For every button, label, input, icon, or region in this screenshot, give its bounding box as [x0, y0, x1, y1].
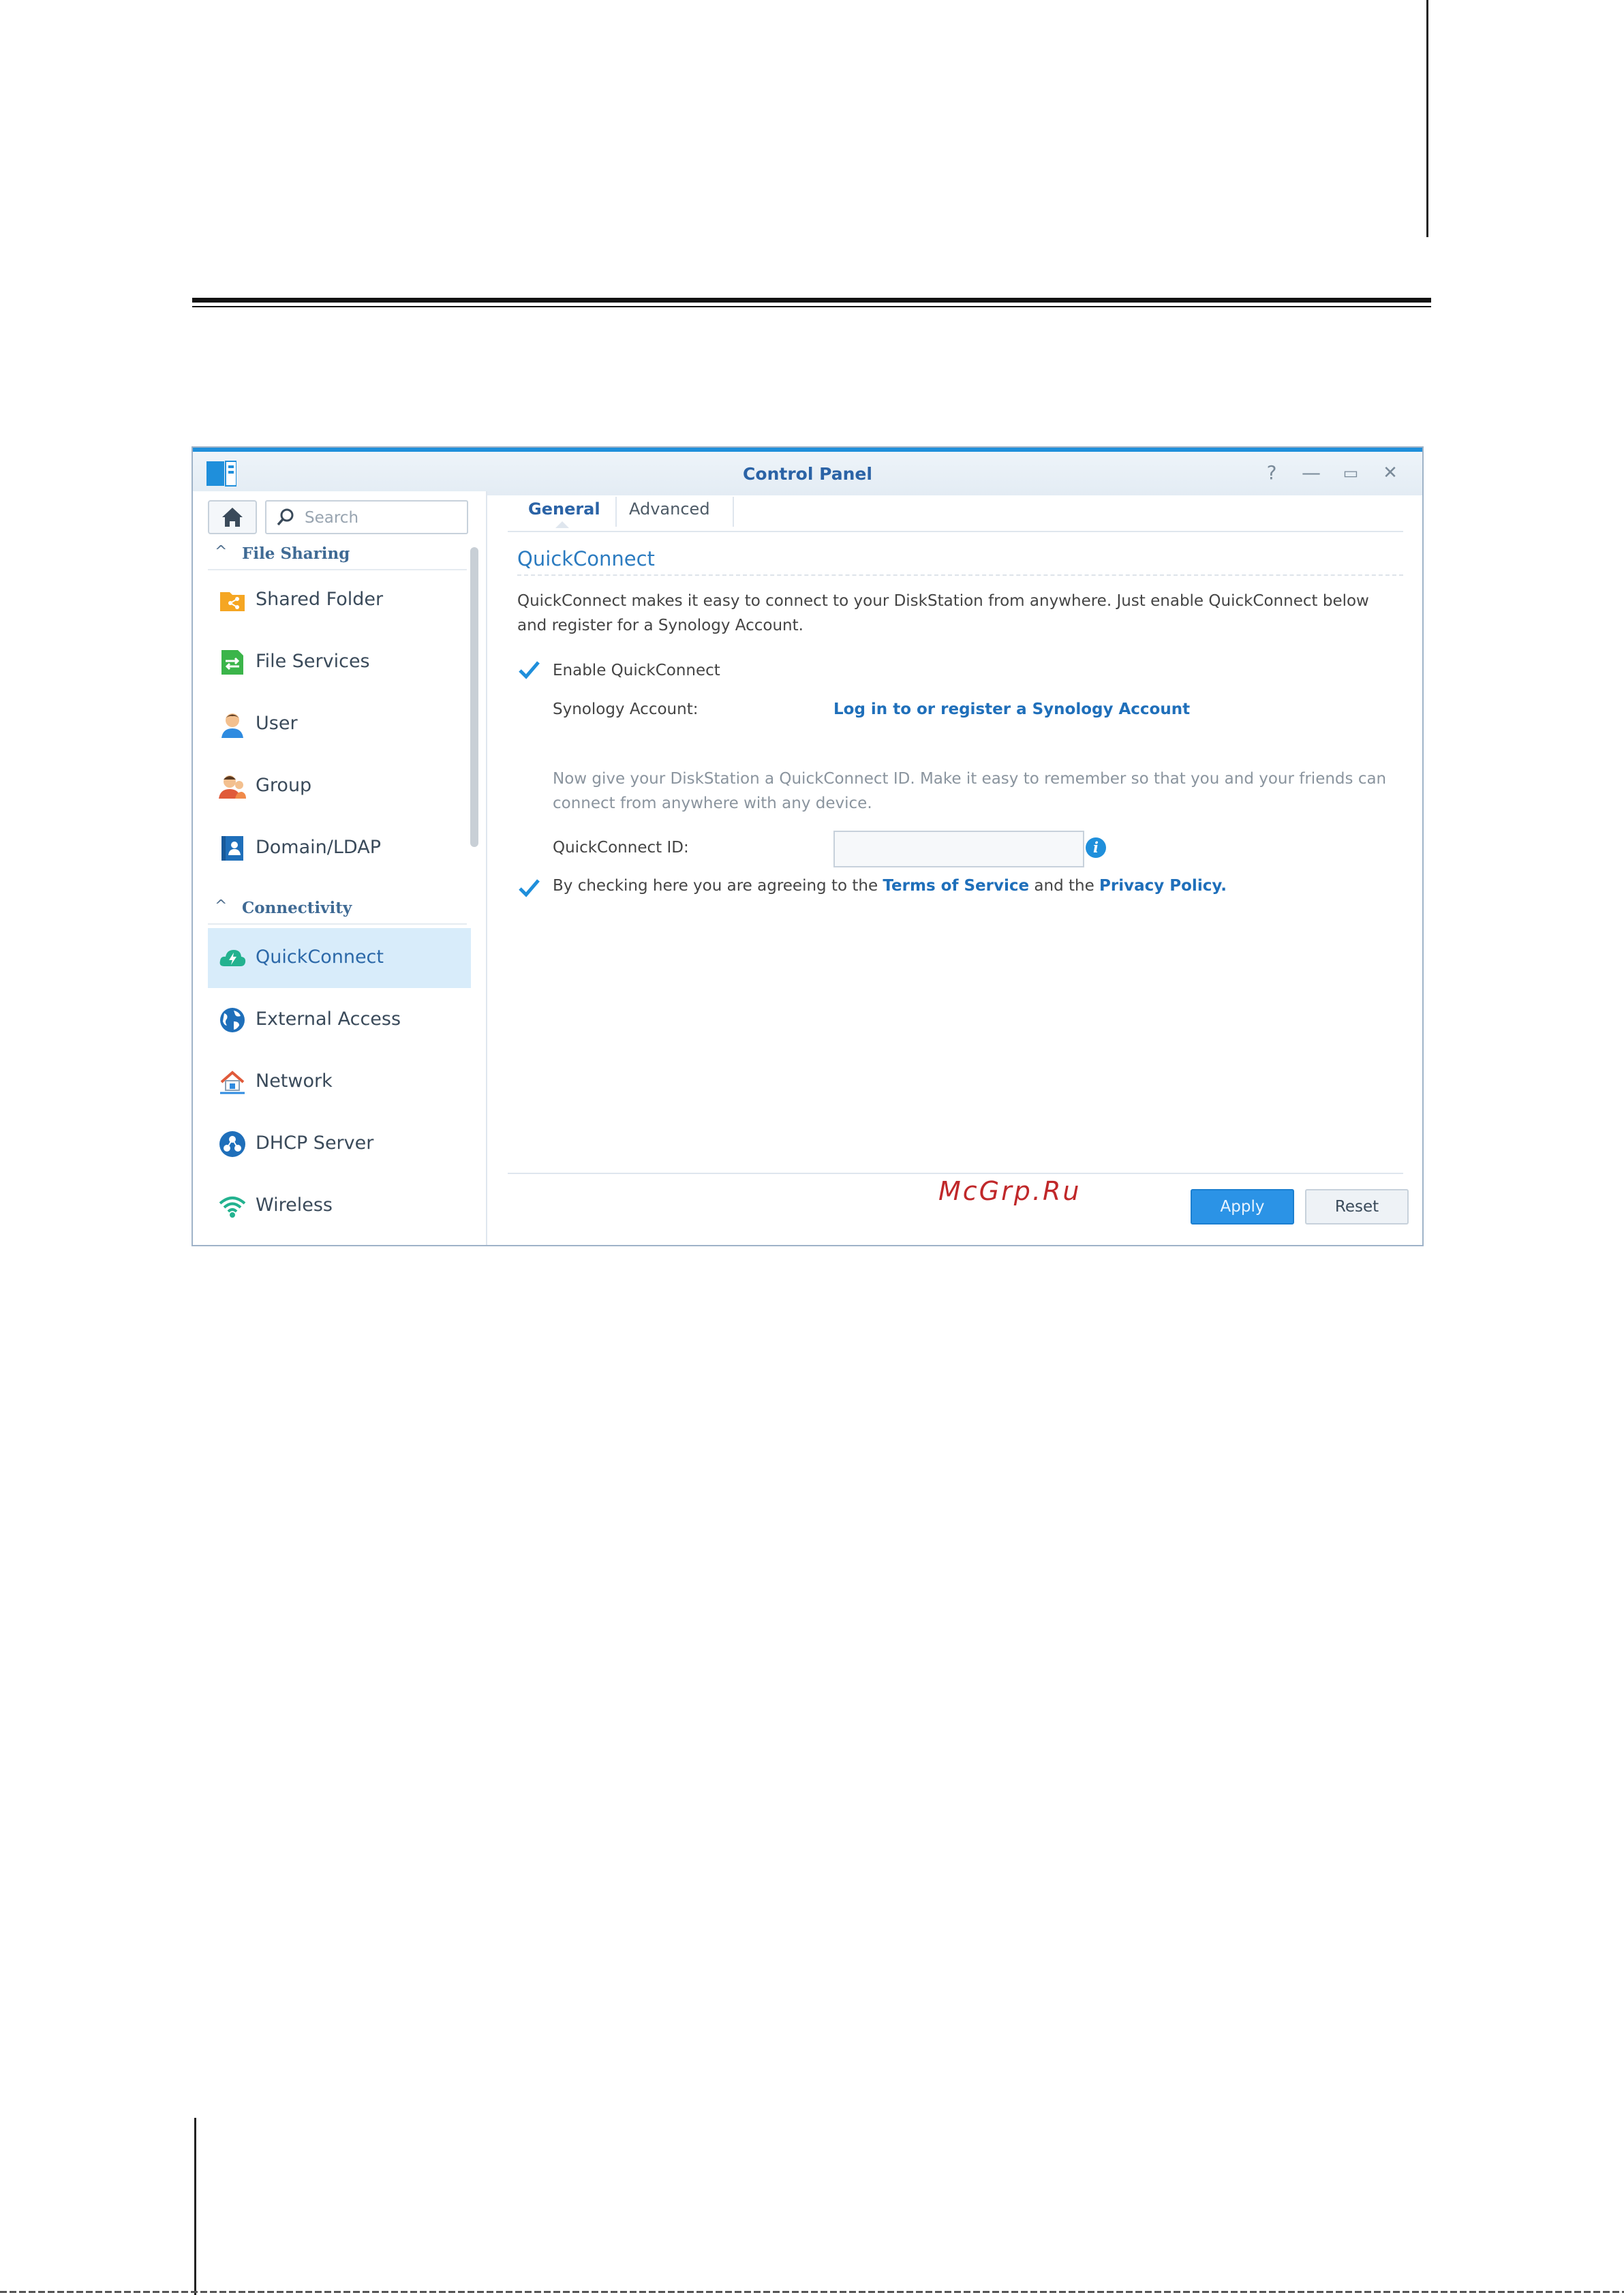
- group-header-label: Connectivity: [242, 899, 352, 917]
- section-divider: [517, 574, 1403, 576]
- control-panel-window: Control Panel ? — ▭ ✕ Search ^ File Shar…: [191, 446, 1424, 1246]
- sidebar-item-label: File Services: [256, 651, 370, 672]
- terms-suffix: .: [1221, 877, 1227, 895]
- page-header-rule-thin: [192, 306, 1431, 307]
- terms-prefix: By checking here you are agreeing to the: [553, 877, 878, 895]
- enable-quickconnect-checkbox[interactable]: [517, 658, 540, 681]
- reset-button[interactable]: Reset: [1305, 1189, 1409, 1224]
- synology-account-label: Synology Account:: [553, 700, 699, 718]
- group-icon: [219, 775, 246, 799]
- search-icon: [277, 508, 294, 526]
- section-description: QuickConnect makes it easy to connect to…: [517, 592, 1369, 634]
- page-margin-rule-left: [194, 2118, 196, 2295]
- content-panel: General Advanced QuickConnect QuickConne…: [487, 491, 1422, 1245]
- help-icon[interactable]: ?: [1260, 461, 1283, 484]
- home-button[interactable]: [208, 500, 257, 534]
- group-header-file-sharing[interactable]: ^ File Sharing: [208, 539, 467, 570]
- quickconnect-id-hint: Now give your DiskStation a QuickConnect…: [553, 770, 1387, 812]
- tab-divider: [615, 497, 617, 527]
- group-header-label: File Sharing: [242, 544, 350, 563]
- sidebar-item-label: Domain/LDAP: [256, 837, 381, 858]
- page-footer-rule: [0, 2291, 1624, 2293]
- sidebar-item-wireless[interactable]: Wireless: [208, 1176, 471, 1236]
- sidebar-item-external-access[interactable]: External Access: [208, 990, 471, 1050]
- privacy-policy-link[interactable]: Privacy Policy: [1099, 877, 1221, 895]
- chevron-up-icon: ^: [215, 897, 228, 914]
- maximize-icon[interactable]: ▭: [1339, 461, 1362, 484]
- sidebar-item-label: User: [256, 713, 298, 734]
- active-tab-indicator: [555, 521, 569, 528]
- sidebar-item-label: Wireless: [256, 1195, 333, 1216]
- sidebar-item-label: External Access: [256, 1008, 401, 1030]
- tab-divider: [733, 497, 734, 527]
- sidebar-item-user[interactable]: User: [208, 694, 471, 754]
- network-house-icon: [220, 1071, 245, 1094]
- sidebar-item-label: Network: [256, 1071, 333, 1092]
- tab-advanced[interactable]: Advanced: [629, 499, 731, 527]
- sidebar-item-label: DHCP Server: [256, 1133, 374, 1154]
- quickconnect-icon: [219, 950, 246, 966]
- shared-folder-icon: [220, 592, 245, 611]
- globe-icon: [220, 1008, 245, 1032]
- sidebar-item-group[interactable]: Group: [208, 756, 471, 816]
- tab-bar: General Advanced: [508, 491, 1403, 532]
- window-title: Control Panel: [743, 464, 872, 484]
- title-bar[interactable]: Control Panel ? — ▭ ✕: [193, 448, 1422, 495]
- quickconnect-id-input[interactable]: [833, 831, 1084, 867]
- home-icon: [222, 508, 243, 527]
- sidebar-item-file-services[interactable]: File Services: [208, 632, 471, 692]
- page-header-rule-thick: [192, 298, 1431, 303]
- terms-mid: and the: [1034, 877, 1094, 895]
- sidebar-item-network[interactable]: Network: [208, 1052, 471, 1112]
- sidebar: Search ^ File Sharing Shared Folder File…: [193, 491, 487, 1245]
- wifi-icon: [219, 1197, 246, 1218]
- file-services-icon: [221, 650, 243, 675]
- apply-button[interactable]: Apply: [1191, 1189, 1294, 1224]
- terms-agreement-text: By checking here you are agreeing to the…: [553, 877, 1227, 895]
- sidebar-item-shared-folder[interactable]: Shared Folder: [208, 570, 471, 630]
- enable-quickconnect-label: Enable QuickConnect: [553, 662, 720, 679]
- tab-general[interactable]: General: [528, 499, 617, 527]
- close-icon[interactable]: ✕: [1379, 461, 1402, 484]
- sidebar-item-quickconnect[interactable]: QuickConnect: [208, 928, 471, 988]
- sidebar-item-label: Group: [256, 775, 312, 796]
- chevron-up-icon: ^: [215, 543, 228, 560]
- sidebar-scrollbar[interactable]: [470, 547, 478, 847]
- user-icon: [221, 713, 243, 738]
- quickconnect-id-label: QuickConnect ID:: [553, 839, 689, 857]
- search-placeholder: Search: [305, 509, 359, 527]
- search-input[interactable]: Search: [265, 500, 468, 534]
- sidebar-item-dhcp-server[interactable]: DHCP Server: [208, 1114, 471, 1174]
- terms-agreement-checkbox[interactable]: [517, 876, 540, 899]
- sidebar-item-label: QuickConnect: [256, 946, 384, 968]
- sidebar-item-domain-ldap[interactable]: Domain/LDAP: [208, 818, 471, 878]
- section-title: QuickConnect: [517, 547, 655, 570]
- minimize-icon[interactable]: —: [1300, 461, 1323, 484]
- info-icon[interactable]: i: [1086, 837, 1106, 858]
- watermark-text: McGrp.Ru: [938, 1176, 1082, 1206]
- dhcp-icon: [219, 1131, 245, 1157]
- sidebar-item-label: Shared Folder: [256, 589, 384, 610]
- domain-ldap-icon: [221, 836, 243, 861]
- footer-divider: [508, 1173, 1403, 1174]
- page-margin-rule-right: [1426, 0, 1428, 237]
- terms-of-service-link[interactable]: Terms of Service: [883, 877, 1029, 895]
- group-header-connectivity[interactable]: ^ Connectivity: [208, 893, 467, 925]
- synology-account-link[interactable]: Log in to or register a Synology Account: [833, 700, 1190, 718]
